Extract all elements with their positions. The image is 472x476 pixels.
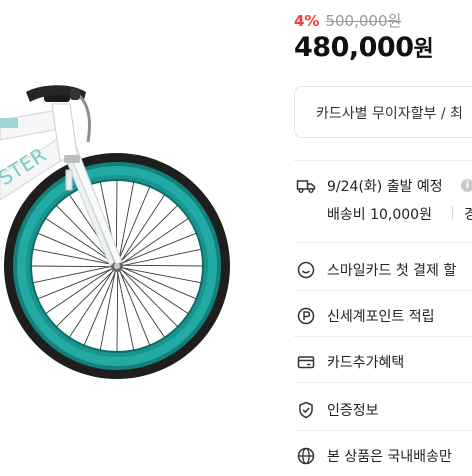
original-price: 500,000원 — [325, 12, 402, 30]
divider — [294, 242, 472, 243]
benefit-row-domestic[interactable]: 본 상품은 국내배송만 — [294, 444, 472, 468]
bicycle-illustration: STER — [0, 85, 230, 379]
sale-price: 480,000원 — [294, 31, 434, 63]
shipping-separator — [452, 206, 453, 220]
shield-check-icon — [299, 401, 313, 419]
sale-price-value: 480,000 — [294, 32, 414, 63]
shipping-date: 9/24(화) 출발 예정 — [327, 179, 443, 195]
installment-label: 카드사별 무이자할부 / 최 — [316, 106, 463, 122]
divider — [294, 430, 472, 431]
shipping-row[interactable]: 9/24(화) 출발 예정 i — [294, 174, 472, 198]
sale-price-unit: 원 — [413, 37, 434, 62]
benefit-row-point[interactable]: 신세계포인트 적립 — [294, 304, 472, 328]
benefit-label: 신세계포인트 적립 — [327, 309, 435, 325]
divider — [294, 382, 472, 383]
benefit-label: 인증정보 — [327, 403, 379, 419]
discount-row: 4% 500,000원 — [294, 10, 401, 31]
installment-button[interactable]: 카드사별 무이자할부 / 최 — [294, 86, 472, 138]
discount-rate: 4% — [294, 12, 320, 30]
divider — [294, 290, 472, 291]
card-icon — [297, 356, 315, 369]
product-image[interactable]: STER — [0, 0, 280, 472]
point-p-icon — [297, 307, 315, 325]
benefit-label: 스마일카드 첫 결제 할 — [327, 263, 457, 279]
benefit-label: 본 상품은 국내배송만 — [327, 449, 452, 465]
benefit-row-card[interactable]: 카드추가혜택 — [294, 350, 472, 374]
shipping-fee: 배송비 10,000원 — [327, 207, 432, 223]
truck-icon — [296, 180, 316, 193]
benefit-row-smile[interactable]: 스마일카드 첫 결제 할 — [294, 258, 472, 282]
benefit-label: 카드추가혜택 — [327, 355, 405, 371]
divider — [294, 336, 472, 337]
benefit-row-certification[interactable]: 인증정보 — [294, 398, 472, 422]
shipping-extra: 경 — [464, 207, 472, 223]
smile-icon — [297, 261, 315, 279]
info-icon[interactable]: i — [461, 179, 472, 192]
price-panel: 4% 500,000원 480,000원 카드사별 무이자할부 / 최 9/24(… — [294, 0, 472, 472]
divider — [294, 160, 472, 161]
globe-icon — [297, 447, 315, 465]
